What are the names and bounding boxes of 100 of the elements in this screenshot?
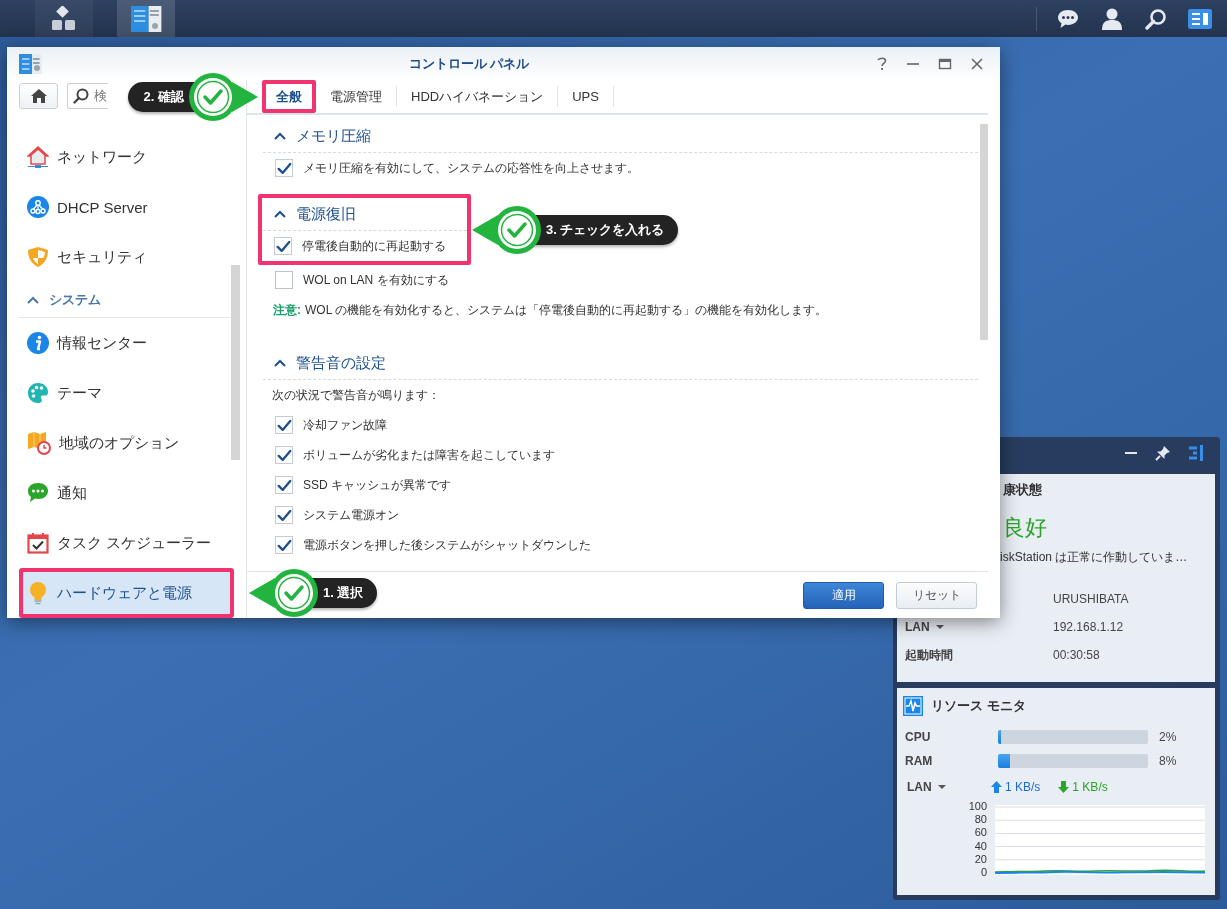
- axis-label: 100: [968, 800, 987, 814]
- upload-rate: 1 KB/s: [1005, 780, 1041, 794]
- window-title: コントロール パネル: [407, 54, 531, 73]
- pin-icon[interactable]: [1155, 444, 1171, 461]
- caret-icon[interactable]: [937, 785, 946, 789]
- health-status: 良好: [1002, 514, 1048, 542]
- search-icon: [73, 87, 89, 104]
- speech-bubble-icon: [27, 482, 49, 504]
- sidebar-item[interactable]: ネットワーク: [19, 132, 234, 182]
- download-rate: 1 KB/s: [1072, 780, 1108, 794]
- meter-reading: 8%: [1159, 754, 1178, 768]
- download-arrow-icon: [1058, 781, 1070, 793]
- description-text: 次の状況で警告音が鳴ります：: [272, 386, 440, 404]
- sidebar-item[interactable]: タスク スケジューラー: [19, 518, 234, 568]
- pulse-monitor-icon: [903, 696, 923, 716]
- field-value: 192.168.1.12: [1053, 620, 1125, 634]
- network-nodes-icon: [27, 196, 49, 218]
- field-value: URUSHIBATA: [1053, 592, 1130, 606]
- tab[interactable]: 全般: [262, 80, 316, 113]
- meter-reading: 2%: [1159, 730, 1178, 744]
- checkbox-label: ボリュームが劣化または障害を起こしています: [303, 446, 555, 464]
- axis-label: 20: [974, 852, 987, 866]
- axis-label: 40: [974, 839, 987, 853]
- widget-title: 康状態: [1002, 481, 1043, 499]
- sidebar-item[interactable]: セキュリティ: [19, 232, 234, 282]
- chevron-up-icon[interactable]: [27, 295, 39, 304]
- chevron-up-icon[interactable]: [274, 132, 286, 140]
- palette-icon: [27, 382, 49, 404]
- map-clock-icon: [27, 431, 51, 455]
- scrollbar[interactable]: [231, 265, 240, 460]
- shield-icon: [27, 246, 49, 268]
- tab[interactable]: HDDハイバネーション: [397, 86, 559, 107]
- checkbox[interactable]: [275, 446, 293, 464]
- checkbox-label: SSD キャッシュが異常です: [303, 476, 451, 494]
- search-field[interactable]: 検: [67, 82, 108, 109]
- checkbox[interactable]: [275, 476, 293, 494]
- field-label: 起動時間: [905, 646, 953, 664]
- home-icon: [29, 87, 48, 104]
- home-button[interactable]: [19, 82, 58, 109]
- sidebar-item[interactable]: ハードウェアと電源: [19, 568, 234, 618]
- maximize-icon[interactable]: [938, 56, 952, 71]
- caret-icon[interactable]: [935, 625, 944, 629]
- meter-label: RAM: [905, 754, 934, 768]
- checkbox-label: メモリ圧縮を有効にして、システムの応答性を向上させます。: [303, 159, 639, 177]
- control-panel-icon: [130, 4, 162, 33]
- search-icon: [1145, 7, 1167, 30]
- note-label: 注意:: [273, 301, 301, 319]
- widget-title: リソース モニタ: [931, 697, 1026, 715]
- house-icon: [27, 146, 49, 168]
- chevron-up-icon[interactable]: [274, 210, 286, 218]
- tab[interactable]: UPS: [558, 86, 614, 107]
- meter-label: CPU: [905, 730, 932, 744]
- health-message: iskStation は正常に作動していま…: [999, 549, 1189, 566]
- section-header[interactable]: 電源復旧: [263, 198, 467, 231]
- checkbox[interactable]: [274, 237, 292, 255]
- control-panel-icon: [18, 52, 42, 75]
- dropdown-label[interactable]: LAN: [905, 620, 930, 634]
- dropdown-label[interactable]: LAN: [907, 780, 932, 794]
- control-panel-button[interactable]: [117, 0, 175, 37]
- grid-icon: [51, 5, 77, 32]
- section-header[interactable]: メモリ圧縮: [263, 120, 978, 153]
- close-icon[interactable]: [970, 56, 984, 71]
- side-panel-icon[interactable]: [1188, 444, 1204, 461]
- reset-button[interactable]: リセット: [896, 581, 977, 609]
- field-value: 00:30:58: [1053, 648, 1101, 662]
- main-menu-button[interactable]: [35, 0, 93, 37]
- checkbox[interactable]: [275, 416, 293, 434]
- checkbox[interactable]: [275, 159, 293, 177]
- widget-panel-icon: [1188, 8, 1212, 29]
- checkbox-label: 電源ボタンを押した後システムがシャットダウンした: [303, 536, 591, 554]
- scrollbar[interactable]: [980, 124, 988, 340]
- section-header[interactable]: 警告音の設定: [263, 347, 978, 380]
- sidebar-item[interactable]: テーマ: [19, 368, 234, 418]
- check-badge-icon: [188, 71, 258, 122]
- check-badge-icon: [472, 204, 542, 255]
- axis-label: 0: [980, 866, 987, 880]
- upload-arrow-icon: [991, 781, 1002, 793]
- note-text: WOL の機能を有効化すると、システムは「停電後自動的に再起動する」の機能を有効化します。: [305, 301, 828, 319]
- checkbox[interactable]: [275, 506, 293, 524]
- axis-label: 80: [974, 813, 987, 827]
- help-icon[interactable]: [876, 56, 888, 71]
- checkbox[interactable]: [275, 271, 293, 289]
- sidebar-item[interactable]: 通知: [19, 468, 234, 518]
- checkbox-label: システム電源オン: [303, 506, 399, 524]
- axis-label: 60: [974, 826, 987, 840]
- checkbox[interactable]: [275, 536, 293, 554]
- checkbox-label: WOL on LAN を有効にする: [303, 271, 449, 289]
- sidebar-item[interactable]: DHCP Server: [19, 182, 234, 232]
- light-bulb-icon: [27, 581, 49, 605]
- apply-button[interactable]: 適用: [803, 581, 884, 609]
- chevron-up-icon[interactable]: [274, 359, 286, 367]
- sidebar-item[interactable]: 情報センター: [19, 318, 234, 368]
- calendar-check-icon: [27, 532, 49, 554]
- user-icon: [1102, 7, 1122, 30]
- tab[interactable]: 電源管理: [316, 86, 397, 107]
- info-icon: [27, 332, 49, 354]
- chat-bubble-icon: [1057, 8, 1079, 29]
- checkbox-label: 停電後自動的に再起動する: [302, 237, 446, 255]
- checkbox-label: 冷却ファン故障: [303, 416, 387, 434]
- sidebar-item[interactable]: 地域のオプション: [19, 418, 234, 468]
